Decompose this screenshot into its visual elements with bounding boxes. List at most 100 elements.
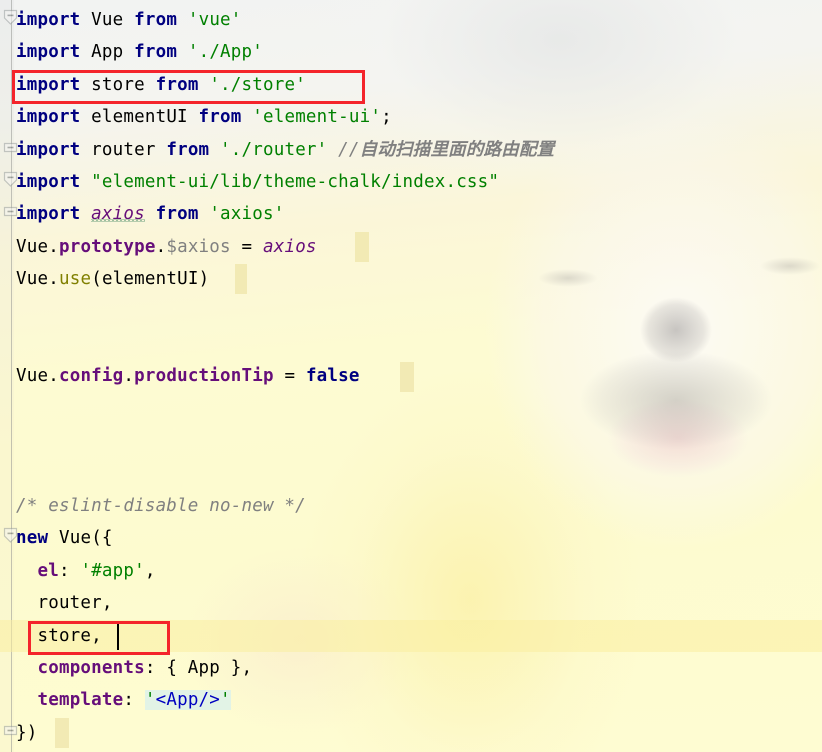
code-token: prototype bbox=[58, 236, 156, 257]
code-token: Vue bbox=[91, 10, 124, 30]
code-token: axios bbox=[91, 204, 145, 225]
code-token: . bbox=[48, 269, 59, 290]
text-caret-after-store bbox=[117, 624, 119, 650]
code-token: Vue bbox=[16, 236, 49, 257]
code-token: ' bbox=[220, 690, 231, 711]
code-line-17[interactable]: new Vue({ bbox=[0, 522, 822, 554]
code-token: 'axios' bbox=[209, 204, 285, 225]
code-line-9[interactable]: Vue.use(elementUI) bbox=[0, 263, 822, 295]
code-token: import bbox=[16, 139, 81, 160]
code-editor[interactable]: import Vue from 'vue' import App from './… bbox=[0, 0, 822, 752]
code-token: = bbox=[273, 366, 306, 387]
code-token: = bbox=[230, 236, 263, 257]
code-line-22[interactable]: template: '<App/>' bbox=[0, 684, 822, 716]
code-token: Vue bbox=[58, 528, 92, 549]
code-token: ' bbox=[144, 690, 156, 711]
code-line-18[interactable]: el: '#app', bbox=[0, 555, 822, 587]
code-token: new bbox=[16, 528, 49, 549]
code-token: "element-ui/lib/theme-chalk/index.css" bbox=[91, 172, 500, 192]
code-line-8[interactable]: Vue.prototype.$axios = axios bbox=[0, 231, 822, 263]
code-line-23[interactable]: }) bbox=[0, 717, 822, 749]
code-line-11[interactable] bbox=[0, 328, 822, 360]
code-token: ; bbox=[381, 107, 392, 128]
code-text-layer[interactable]: import Vue from 'vue' import App from './… bbox=[0, 0, 822, 752]
code-line-2[interactable]: import App from './App' bbox=[0, 36, 822, 68]
code-token: : bbox=[144, 658, 167, 678]
code-line-7[interactable]: import axios from 'axios' bbox=[0, 198, 822, 230]
code-token: 'element-ui' bbox=[252, 107, 382, 128]
code-token: false bbox=[305, 366, 360, 387]
code-token: 自动扫描里面的路由配置 bbox=[359, 139, 555, 160]
code-token: /* eslint-disable no-new */ bbox=[16, 496, 306, 516]
code-line-6[interactable]: import "element-ui/lib/theme-chalk/index… bbox=[0, 166, 822, 198]
code-token: store, bbox=[16, 625, 102, 646]
code-token: './App' bbox=[187, 42, 263, 63]
code-token: . bbox=[48, 366, 59, 387]
code-token: from bbox=[134, 42, 178, 63]
code-token: // bbox=[338, 139, 360, 160]
code-token: from bbox=[155, 74, 199, 95]
code-token: store bbox=[91, 74, 145, 95]
code-line-16[interactable]: /* eslint-disable no-new */ bbox=[0, 490, 822, 522]
code-token: config bbox=[58, 366, 124, 387]
code-line-1[interactable]: import Vue from 'vue' bbox=[0, 4, 822, 36]
code-token: . bbox=[155, 236, 167, 257]
code-line-12[interactable]: Vue.config.productionTip = false bbox=[0, 360, 822, 392]
code-token: import bbox=[16, 172, 81, 192]
code-token: elementUI bbox=[101, 269, 199, 290]
code-token: import bbox=[16, 74, 81, 95]
code-token: ) bbox=[198, 269, 210, 290]
code-line-4[interactable]: import elementUI from 'element-ui'; bbox=[0, 101, 822, 133]
code-token: './store' bbox=[209, 74, 306, 95]
code-token: from bbox=[134, 10, 178, 30]
code-token: import bbox=[16, 204, 81, 225]
code-token: axios bbox=[262, 236, 317, 257]
code-token: }) bbox=[16, 722, 38, 743]
code-token: . bbox=[48, 236, 59, 257]
code-line-14[interactable] bbox=[0, 425, 822, 457]
code-token: 'vue' bbox=[187, 10, 242, 30]
code-line-5[interactable]: import router from './router' //自动扫描里面的路… bbox=[0, 134, 822, 166]
code-line-13[interactable] bbox=[0, 393, 822, 425]
code-token: './router' bbox=[220, 139, 328, 160]
code-token: el bbox=[37, 560, 59, 581]
code-line-19[interactable]: router, bbox=[0, 587, 822, 619]
code-token: elementUI bbox=[91, 107, 188, 128]
code-token: from bbox=[166, 139, 210, 160]
code-line-3[interactable]: import store from './store' bbox=[0, 69, 822, 101]
code-token: ( bbox=[91, 269, 102, 290]
code-line-15[interactable] bbox=[0, 458, 822, 490]
code-token: router bbox=[91, 139, 156, 160]
code-token: Vue bbox=[16, 366, 49, 387]
code-token: import bbox=[16, 10, 81, 30]
code-token: $axios bbox=[166, 236, 231, 257]
code-token: ({ bbox=[91, 528, 113, 549]
code-line-21[interactable]: components: { App }, bbox=[0, 652, 822, 684]
code-token: import bbox=[16, 107, 81, 128]
code-token: from bbox=[155, 204, 199, 225]
code-token: import bbox=[16, 42, 81, 63]
code-line-20[interactable]: store, bbox=[0, 620, 822, 652]
code-token: productionTip bbox=[134, 366, 274, 387]
code-token: , bbox=[144, 560, 156, 581]
code-token: from bbox=[198, 107, 242, 128]
code-line-10[interactable] bbox=[0, 296, 822, 328]
